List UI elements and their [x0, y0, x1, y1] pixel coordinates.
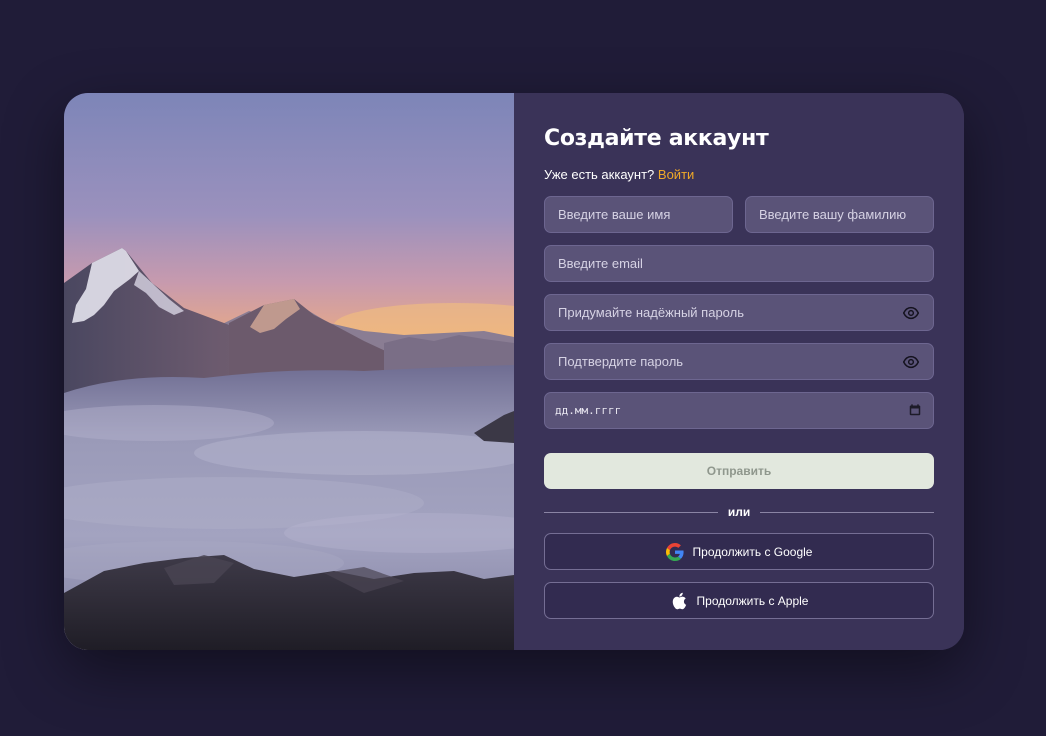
eye-icon[interactable] — [902, 304, 920, 322]
date-placeholder: дд.мм.гггг — [555, 404, 622, 417]
last-name-field[interactable]: Введите вашу фамилию — [745, 196, 934, 233]
first-name-placeholder: Введите ваше имя — [558, 207, 671, 222]
divider-line-right — [760, 511, 935, 513]
email-placeholder: Введите email — [558, 256, 643, 271]
divider-label: или — [727, 505, 751, 519]
apple-icon — [670, 592, 688, 610]
password-placeholder: Придумайте надёжный пароль — [558, 305, 744, 320]
name-row: Введите ваше имя Введите вашу фамилию — [544, 196, 934, 233]
confirm-password-field[interactable]: Подтвердите пароль — [544, 343, 934, 380]
apple-signin-button[interactable]: Продолжить с Apple — [544, 582, 934, 619]
mountain-hero-image — [64, 93, 514, 650]
calendar-icon[interactable] — [909, 403, 923, 418]
login-link[interactable]: Войти — [658, 167, 694, 182]
signup-card: Создайте аккаунт Уже есть аккаунт? Войти… — [64, 93, 964, 650]
password-field[interactable]: Придумайте надёжный пароль — [544, 294, 934, 331]
or-divider: или — [544, 505, 935, 519]
first-name-field[interactable]: Введите ваше имя — [544, 196, 733, 233]
eye-icon[interactable] — [902, 353, 920, 371]
email-field[interactable]: Введите email — [544, 245, 934, 282]
login-prompt: Уже есть аккаунт? Войти — [544, 167, 934, 182]
submit-button[interactable]: Отправить — [544, 453, 934, 489]
confirm-password-placeholder: Подтвердите пароль — [558, 354, 684, 369]
google-button-label: Продолжить с Google — [692, 544, 813, 559]
google-icon — [665, 542, 684, 561]
signup-form: Создайте аккаунт Уже есть аккаунт? Войти… — [514, 93, 964, 650]
page-title: Создайте аккаунт — [544, 126, 769, 151]
apple-button-label: Продолжить с Apple — [696, 593, 809, 608]
login-prompt-text: Уже есть аккаунт? — [544, 167, 655, 182]
last-name-placeholder: Введите вашу фамилию — [759, 207, 907, 222]
google-signin-button[interactable]: Продолжить с Google — [544, 533, 934, 570]
mountain-illustration — [64, 93, 514, 650]
divider-line-left — [544, 511, 718, 513]
birthdate-field[interactable]: дд.мм.гггг — [544, 392, 934, 429]
